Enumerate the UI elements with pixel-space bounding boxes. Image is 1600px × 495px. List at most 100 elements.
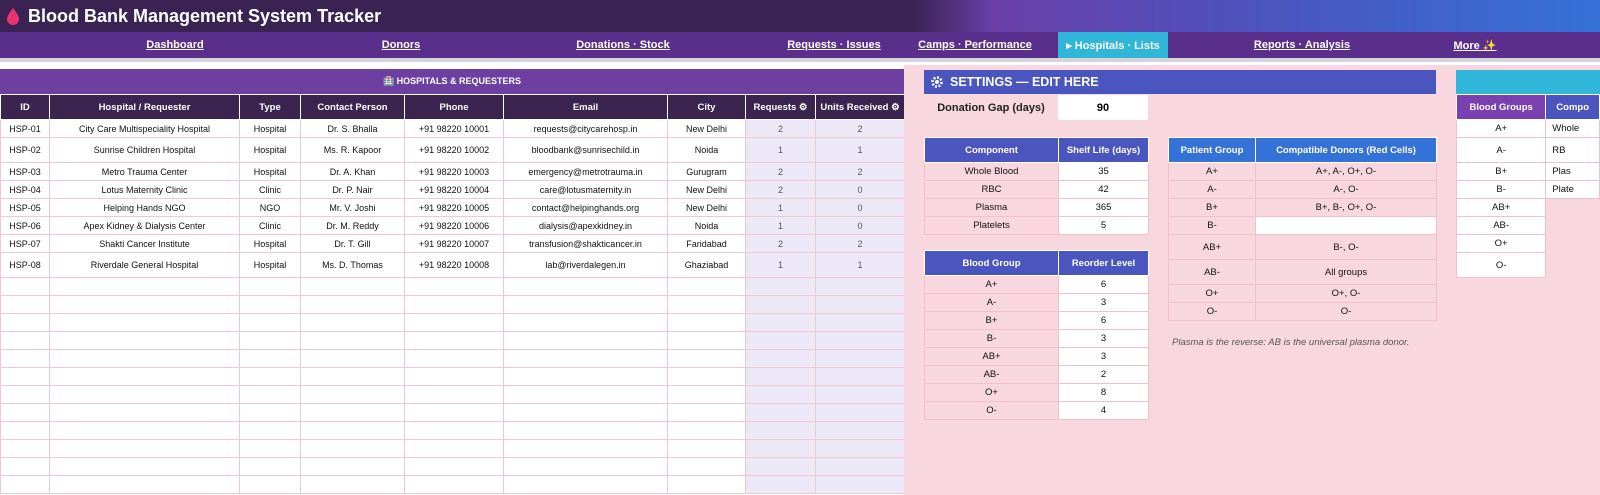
cell-id[interactable]: HSP-07: [0, 234, 50, 253]
empty-cell[interactable]: [49, 421, 240, 440]
cell-contact[interactable]: Ms. R. Kapoor: [300, 137, 405, 163]
empty-cell[interactable]: [239, 439, 301, 458]
cell-blood-group[interactable]: B+: [1455, 162, 1547, 181]
empty-row[interactable]: [0, 349, 905, 368]
cell-requests[interactable]: 1: [745, 252, 816, 278]
empty-cell[interactable]: [503, 349, 668, 368]
cell-patient-group[interactable]: A+: [1168, 162, 1256, 181]
empty-cell[interactable]: [745, 331, 816, 350]
cell-blood-group[interactable]: A+: [924, 275, 1059, 294]
empty-cell[interactable]: [503, 457, 668, 476]
empty-cell[interactable]: [745, 421, 816, 440]
cell-id[interactable]: HSP-08: [0, 252, 50, 278]
empty-cell[interactable]: [0, 295, 50, 314]
tab-reports-analysis[interactable]: Reports · Analysis: [1232, 32, 1372, 58]
empty-cell[interactable]: [745, 313, 816, 332]
cell-hospital[interactable]: Shakti Cancer Institute: [49, 234, 240, 253]
cell-component[interactable]: Plas: [1545, 162, 1600, 181]
cell-component[interactable]: Whole Blood: [924, 162, 1059, 181]
table-row[interactable]: HSP-07 Shakti Cancer Institute Hospital Dr.…: [0, 234, 905, 253]
empty-cell[interactable]: [667, 367, 746, 386]
empty-cell[interactable]: [667, 295, 746, 314]
empty-cell[interactable]: [49, 295, 240, 314]
empty-cell[interactable]: [0, 439, 50, 458]
empty-cell[interactable]: [503, 439, 668, 458]
empty-cell[interactable]: [745, 475, 816, 494]
cell-blood-group[interactable]: A+: [1455, 119, 1547, 138]
empty-cell[interactable]: [667, 439, 746, 458]
empty-cell[interactable]: [667, 403, 746, 422]
cell-hospital[interactable]: Apex Kidney & Dialysis Center: [49, 216, 240, 235]
cell-requests[interactable]: 1: [745, 216, 816, 235]
empty-cell[interactable]: [745, 367, 816, 386]
cell-units-received[interactable]: 0: [815, 216, 905, 235]
empty-row[interactable]: [0, 421, 905, 440]
cell-compatible-donors[interactable]: All groups: [1255, 259, 1437, 285]
empty-cell[interactable]: [49, 475, 240, 494]
cell-type[interactable]: Hospital: [239, 234, 301, 253]
tab-camps-performance[interactable]: Camps · Performance: [910, 32, 1040, 58]
empty-cell[interactable]: [404, 331, 504, 350]
list-item[interactable]: O+: [1455, 234, 1600, 253]
empty-cell[interactable]: [239, 349, 301, 368]
empty-row[interactable]: [0, 439, 905, 458]
cell-contact[interactable]: Dr. M. Reddy: [300, 216, 405, 235]
empty-cell[interactable]: [815, 349, 905, 368]
cell-reorder-level[interactable]: 3: [1058, 293, 1149, 312]
empty-cell[interactable]: [49, 349, 240, 368]
tab-hospitals-lists[interactable]: ▸ Hospitals · Lists: [1058, 32, 1168, 58]
cell-patient-group[interactable]: A-: [1168, 180, 1256, 199]
empty-cell[interactable]: [404, 367, 504, 386]
cell-email[interactable]: emergency@metrotrauma.in: [503, 162, 668, 181]
empty-cell[interactable]: [815, 439, 905, 458]
col-header-contact[interactable]: Contact Person: [300, 94, 405, 120]
table-row[interactable]: B+ 6: [924, 311, 1149, 330]
cell-hospital[interactable]: Riverdale General Hospital: [49, 252, 240, 278]
cell-city[interactable]: Gurugram: [667, 162, 746, 181]
cell-contact[interactable]: Dr. P. Nair: [300, 180, 405, 199]
cell-phone[interactable]: +91 98220 10007: [404, 234, 504, 253]
table-row[interactable]: Platelets 5: [924, 216, 1149, 235]
cell-city[interactable]: New Delhi: [667, 198, 746, 217]
col-header-compatible-donors[interactable]: Compatible Donors (Red Cells): [1255, 137, 1437, 163]
empty-cell[interactable]: [300, 403, 405, 422]
cell-phone[interactable]: +91 98220 10006: [404, 216, 504, 235]
empty-cell[interactable]: [503, 385, 668, 404]
empty-cell[interactable]: [745, 295, 816, 314]
cell-blood-group[interactable]: A-: [1455, 137, 1547, 163]
cell-city[interactable]: Faridabad: [667, 234, 746, 253]
table-row[interactable]: O- 4: [924, 401, 1149, 420]
col-header-hospital[interactable]: Hospital / Requester: [49, 94, 240, 120]
empty-cell[interactable]: [815, 403, 905, 422]
col-header-city[interactable]: City: [667, 94, 746, 120]
cell-blood-group[interactable]: AB-: [1455, 216, 1547, 235]
empty-row[interactable]: [0, 331, 905, 350]
cell-contact[interactable]: Dr. T. Gill: [300, 234, 405, 253]
empty-cell[interactable]: [0, 277, 50, 296]
empty-cell[interactable]: [300, 475, 405, 494]
cell-id[interactable]: HSP-05: [0, 198, 50, 217]
empty-cell[interactable]: [239, 475, 301, 494]
empty-cell[interactable]: [815, 295, 905, 314]
empty-cell[interactable]: [0, 385, 50, 404]
empty-cell[interactable]: [0, 421, 50, 440]
cell-units-received[interactable]: 0: [815, 198, 905, 217]
cell-phone[interactable]: +91 98220 10001: [404, 119, 504, 138]
table-row[interactable]: RBC 42: [924, 180, 1149, 199]
empty-row[interactable]: [0, 475, 905, 494]
cell-city[interactable]: New Delhi: [667, 180, 746, 199]
cell-type[interactable]: Hospital: [239, 162, 301, 181]
cell-units-received[interactable]: 2: [815, 234, 905, 253]
col-header-email[interactable]: Email: [503, 94, 668, 120]
tab-donors[interactable]: Donors: [335, 32, 467, 58]
empty-cell[interactable]: [239, 367, 301, 386]
cell-requests[interactable]: 2: [745, 162, 816, 181]
empty-cell[interactable]: [49, 385, 240, 404]
cell-reorder-level[interactable]: 6: [1058, 275, 1149, 294]
donation-gap-input[interactable]: 90: [1058, 95, 1148, 120]
cell-units-received[interactable]: 0: [815, 180, 905, 199]
cell-reorder-level[interactable]: 6: [1058, 311, 1149, 330]
cell-component[interactable]: Plasma: [924, 198, 1059, 217]
cell-reorder-level[interactable]: 3: [1058, 347, 1149, 366]
cell-requests[interactable]: 1: [745, 137, 816, 163]
